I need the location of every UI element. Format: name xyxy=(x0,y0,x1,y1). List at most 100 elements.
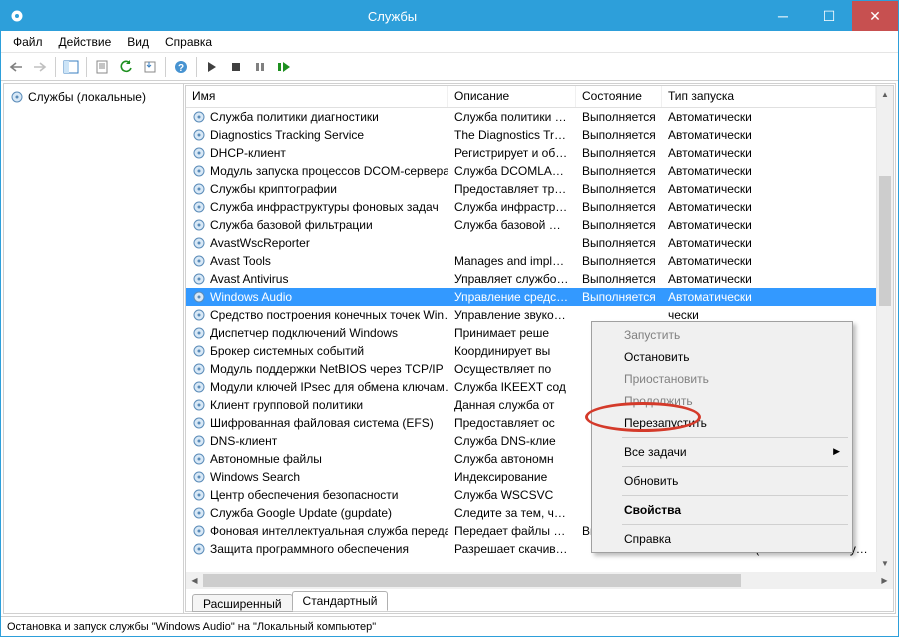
column-headers[interactable]: Имя Описание Состояние Тип запуска xyxy=(186,86,876,108)
service-desc: Служба DCOMLAU… xyxy=(448,163,576,179)
col-start[interactable]: Тип запуска xyxy=(662,86,876,107)
gear-icon xyxy=(192,542,206,556)
maximize-button[interactable]: ☐ xyxy=(806,1,852,31)
col-name[interactable]: Имя xyxy=(186,86,448,107)
service-desc: Управление средст… xyxy=(448,289,576,305)
table-row[interactable]: DHCP-клиентРегистрирует и об…Выполняется… xyxy=(186,144,876,162)
service-desc: Предоставляет три… xyxy=(448,181,576,197)
gear-icon xyxy=(192,218,206,232)
ctx-help[interactable]: Справка xyxy=(594,528,850,550)
service-name: Diagnostics Tracking Service xyxy=(210,128,364,142)
forward-button[interactable] xyxy=(29,56,51,78)
window-title: Службы xyxy=(25,9,760,24)
export-list-button[interactable] xyxy=(139,56,161,78)
service-state xyxy=(576,314,662,316)
service-desc: Служба инфрастр… xyxy=(448,199,576,215)
pause-service-button[interactable] xyxy=(249,56,271,78)
service-desc: Служба WSCSVC xyxy=(448,487,576,503)
menubar: Файл Действие Вид Справка xyxy=(1,31,898,53)
gear-icon xyxy=(192,236,206,250)
service-name: Фоновая интеллектуальная служба переда… xyxy=(210,524,448,538)
tab-standard[interactable]: Стандартный xyxy=(292,591,389,611)
gear-icon xyxy=(192,326,206,340)
service-name: Модули ключей IPsec для обмена ключам… xyxy=(210,380,448,394)
back-button[interactable] xyxy=(5,56,27,78)
col-state[interactable]: Состояние xyxy=(576,86,662,107)
service-name: Брокер системных событий xyxy=(210,344,364,358)
table-row[interactable]: Служба базовой фильтрацииСлужба базовой … xyxy=(186,216,876,234)
ctx-stop[interactable]: Остановить xyxy=(594,346,850,368)
gear-icon xyxy=(192,434,206,448)
service-name: Служба политики диагностики xyxy=(210,110,379,124)
properties-button[interactable] xyxy=(91,56,113,78)
scroll-right-arrow[interactable]: ▶ xyxy=(876,576,893,585)
menu-action[interactable]: Действие xyxy=(51,33,120,51)
stop-service-button[interactable] xyxy=(225,56,247,78)
table-row[interactable]: Diagnostics Tracking Service The Diagnost… xyxy=(186,126,876,144)
scroll-up-arrow[interactable]: ▲ xyxy=(877,86,893,103)
ctx-properties[interactable]: Свойства xyxy=(594,499,850,521)
gear-icon xyxy=(192,128,206,142)
table-row[interactable]: Avast ToolsManages and imple…Выполняется… xyxy=(186,252,876,270)
ctx-all-tasks[interactable]: Все задачи▶ xyxy=(594,441,850,463)
service-start: Автоматически xyxy=(662,253,876,269)
restart-service-button[interactable] xyxy=(273,56,295,78)
help-button[interactable]: ? xyxy=(170,56,192,78)
col-desc[interactable]: Описание xyxy=(448,86,576,107)
tree-item-services-local[interactable]: Службы (локальные) xyxy=(6,88,181,106)
left-pane[interactable]: Службы (локальные) xyxy=(4,84,184,613)
refresh-button[interactable] xyxy=(115,56,137,78)
titlebar[interactable]: Службы ─ ☐ ✕ xyxy=(1,1,898,31)
show-hide-tree-button[interactable] xyxy=(60,56,82,78)
menu-view[interactable]: Вид xyxy=(119,33,157,51)
service-name: Диспетчер подключений Windows xyxy=(210,326,398,340)
service-start: Автоматически xyxy=(662,271,876,287)
menu-help[interactable]: Справка xyxy=(157,33,220,51)
table-row[interactable]: Служба инфраструктуры фоновых задач Служб… xyxy=(186,198,876,216)
scroll-left-arrow[interactable]: ◀ xyxy=(186,576,203,585)
table-row[interactable]: Модуль запуска процессов DCOM-сервераСлу… xyxy=(186,162,876,180)
vertical-scrollbar[interactable]: ▲ ▼ xyxy=(876,86,893,572)
service-name: Клиент групповой политики xyxy=(210,398,363,412)
service-start: Автоматически xyxy=(662,217,876,233)
table-row[interactable]: AvastWscReporterВыполняетсяАвтоматически xyxy=(186,234,876,252)
submenu-arrow-icon: ▶ xyxy=(833,446,840,457)
table-row[interactable]: Windows AudioУправление средст…Выполняет… xyxy=(186,288,876,306)
ctx-restart[interactable]: Перезапустить xyxy=(594,412,850,434)
minimize-button[interactable]: ─ xyxy=(760,1,806,31)
view-tabs: Расширенный Стандартный xyxy=(186,589,893,611)
gear-icon xyxy=(192,524,206,538)
service-name: Служба инфраструктуры фоновых задач xyxy=(210,200,439,214)
ctx-separator xyxy=(622,466,848,467)
service-name: Автономные файлы xyxy=(210,452,322,466)
service-start: Автоматически xyxy=(662,181,876,197)
scroll-down-arrow[interactable]: ▼ xyxy=(877,555,893,572)
tree-item-label: Службы (локальные) xyxy=(28,90,146,104)
service-start: Автоматически xyxy=(662,289,876,305)
table-row[interactable]: Avast AntivirusУправляет службо…Выполняе… xyxy=(186,270,876,288)
table-row[interactable]: Службы криптографииПредоставляет три…Вып… xyxy=(186,180,876,198)
ctx-refresh[interactable]: Обновить xyxy=(594,470,850,492)
scroll-thumb[interactable] xyxy=(879,176,891,306)
hscroll-thumb[interactable] xyxy=(203,574,741,587)
service-desc: Данная служба от xyxy=(448,397,576,413)
service-name: Центр обеспечения безопасности xyxy=(210,488,399,502)
ctx-separator xyxy=(622,524,848,525)
service-name: Защита программного обеспечения xyxy=(210,542,409,556)
tab-extended[interactable]: Расширенный xyxy=(192,594,293,612)
table-row[interactable]: Служба политики диагностикиСлужба полити… xyxy=(186,108,876,126)
close-button[interactable]: ✕ xyxy=(852,1,898,31)
service-name: Avast Tools xyxy=(210,254,271,268)
gear-icon xyxy=(192,380,206,394)
horizontal-scrollbar[interactable]: ◀ ▶ xyxy=(186,572,893,589)
service-state: Выполняется xyxy=(576,271,662,287)
gear-icon xyxy=(192,110,206,124)
services-window: Службы ─ ☐ ✕ Файл Действие Вид Справка ? xyxy=(0,0,899,637)
menu-file[interactable]: Файл xyxy=(5,33,51,51)
service-desc: The Diagnostics Tra… xyxy=(448,127,576,143)
service-desc: Служба DNS-клие xyxy=(448,433,576,449)
service-state: Выполняется xyxy=(576,109,662,125)
start-service-button[interactable] xyxy=(201,56,223,78)
service-state: Выполняется xyxy=(576,289,662,305)
ctx-continue: Продолжить xyxy=(594,390,850,412)
